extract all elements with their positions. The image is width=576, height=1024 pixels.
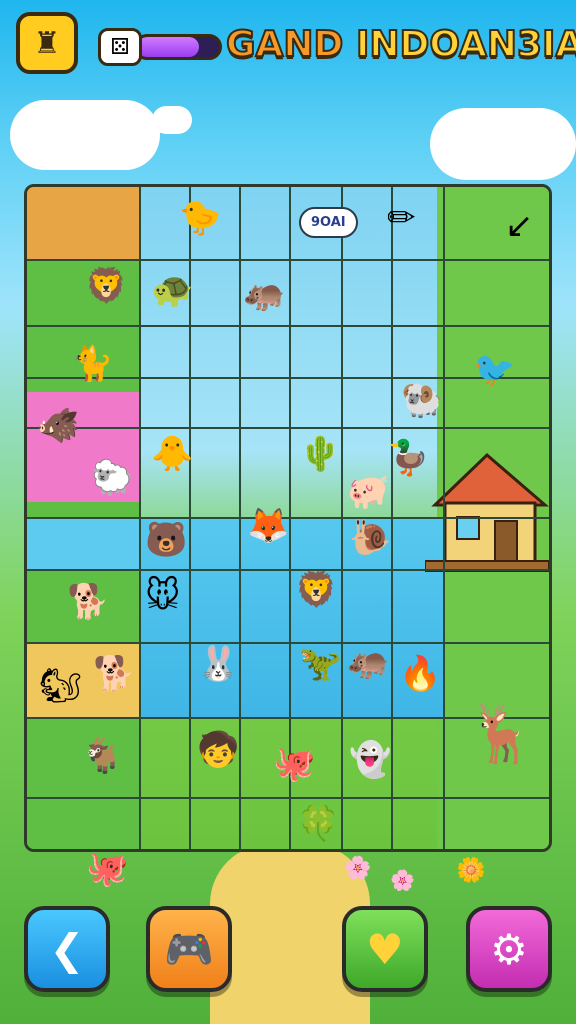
settings-button[interactable]: ⚙ (466, 906, 552, 992)
lion-sprite[interactable]: 🦁 (85, 269, 127, 303)
snail-sprite[interactable]: 🐌 (349, 521, 391, 555)
grid-line-horizontal (27, 427, 549, 429)
heart-icon: ♥ (366, 924, 404, 974)
kid-sprite[interactable]: 🧒 (197, 733, 239, 767)
gear-icon: ⚙ (490, 924, 528, 974)
fox-sprite[interactable]: 🦊 (247, 509, 289, 543)
pig-sprite[interactable]: 🐖 (347, 475, 389, 509)
arrow-cursor[interactable]: ↙ (505, 209, 534, 243)
heart-button[interactable]: ♥ (342, 906, 428, 992)
grid-line-horizontal (27, 642, 549, 644)
title-part-1: GAND (225, 23, 344, 66)
goat-sprite[interactable]: 🐐 (81, 739, 123, 773)
dirt-tile (27, 187, 139, 259)
speech-bubble: 9OAI (299, 207, 358, 238)
flower-bottom: 🌸 (344, 856, 372, 881)
grid-line-horizontal (27, 797, 549, 799)
cloud-small (152, 106, 192, 134)
cactus-creature-sprite[interactable]: 🌵 (299, 437, 341, 471)
flame-sprite[interactable]: 🔥 (399, 657, 441, 691)
clover-sprite[interactable]: 🍀 (297, 807, 339, 841)
progress-bar (134, 34, 222, 60)
squirrel-sprite[interactable]: 🐿 (39, 669, 82, 703)
game-button[interactable]: 🎮 (146, 906, 232, 992)
chevron-left-icon: ❮ (49, 924, 85, 974)
grid-line-horizontal (27, 325, 549, 327)
title-part-2: INDOAN3IAI (355, 23, 576, 66)
pink-blob-sprite[interactable]: 🐙 (273, 747, 315, 781)
dino-sprite[interactable]: 🦖 (299, 647, 341, 681)
cloud-right (430, 108, 576, 180)
pencil-item[interactable]: ✏ (387, 201, 416, 235)
hippo-purple-sprite[interactable]: 🦛 (347, 645, 389, 679)
flower-bottom-2: 🌸 (390, 868, 415, 892)
grid-line-vertical (443, 187, 445, 849)
grid-line-horizontal (27, 569, 549, 571)
duck-sprite[interactable]: 🦆 (387, 441, 429, 475)
bear-sprite[interactable]: 🐻 (145, 523, 187, 557)
grid-line-vertical (139, 187, 141, 849)
dice-icon[interactable]: ⚄ (98, 28, 142, 66)
progress-fill (137, 37, 199, 57)
mouse-sprite[interactable]: 🐭 (145, 579, 180, 613)
cat-purple-sprite[interactable]: 🐈 (71, 347, 113, 381)
bird-right-sprite[interactable]: 🐏 (401, 383, 443, 417)
game-title: GAND INDOAN3IAI (225, 23, 576, 66)
turtle-sprite[interactable]: 🐢 (151, 273, 193, 307)
bunny-sprite[interactable]: 🐰 (197, 647, 239, 681)
pink-creature-bottom: 🐙 (86, 849, 129, 889)
chick-sprite[interactable]: 🐥 (151, 437, 193, 471)
dog-purple-sprite[interactable]: 🐕 (67, 585, 109, 619)
ghost-sprite[interactable]: 👻 (349, 743, 391, 777)
dog-orange-sprite[interactable]: 🐕 (93, 657, 135, 691)
small-bird-sprite[interactable]: 🐦 (473, 353, 515, 387)
grid-line-horizontal (27, 259, 549, 261)
grid-line-vertical (341, 187, 343, 849)
castle-icon[interactable]: ♜ (16, 12, 78, 74)
sheep-sprite[interactable]: 🐑 (91, 461, 133, 495)
cloud-left (10, 100, 160, 170)
hippo-sprite[interactable]: 🦛 (243, 277, 285, 311)
grid-line-horizontal (27, 517, 549, 519)
flower-creature-top[interactable]: 🐤 (179, 201, 221, 235)
hud: ♜ ⚄ GAND INDOAN3IAI (14, 10, 576, 76)
game-board: 9OAI 🐤 🦁 🐢 🦛 🐈 🐗 🐑 🐥 🌵 🦆 🐖 🐻 🦊 🐌 🐭 🦁 🐕 🐿 🐕 🐰 🦖 🦛 🔥 🐐 🧒 🐙 👻 🍀 🦌 ✏ ↙ 🐦 🐏 (24, 184, 552, 852)
gamepad-icon: 🎮 (164, 926, 214, 973)
boar-sprite[interactable]: 🐗 (37, 409, 79, 443)
sun-lion-sprite[interactable]: 🦁 (295, 573, 337, 607)
water-tile-left (27, 517, 139, 569)
flower-bottom-3: 🌼 (456, 856, 486, 884)
deer-sprite[interactable]: 🦌 (467, 707, 537, 763)
back-button[interactable]: ❮ (24, 906, 110, 992)
